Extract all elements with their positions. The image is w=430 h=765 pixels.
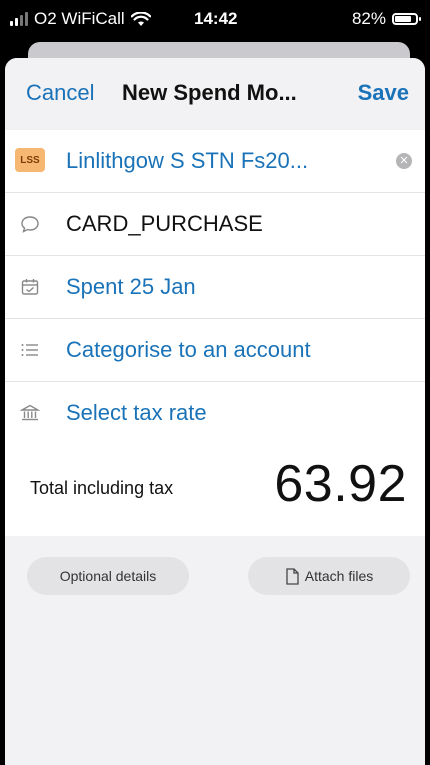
save-button[interactable]: Save [358,80,409,106]
new-spend-money-sheet: Cancel New Spend Mo... Save LSS Linlithg… [5,58,425,765]
speech-bubble-icon [17,212,43,236]
cancel-button[interactable]: Cancel [26,80,94,106]
page-title: New Spend Mo... [122,80,297,105]
attach-files-button[interactable]: Attach files [248,557,410,595]
status-time: 14:42 [194,9,238,28]
nav-bar: Cancel New Spend Mo... Save [5,58,425,130]
date-row[interactable]: Spent 25 Jan [5,256,425,319]
status-left: O2 WiFiCall [10,9,151,29]
clear-icon[interactable]: ✕ [396,153,412,169]
optional-details-label: Optional details [59,568,157,584]
contact-badge: LSS [15,148,45,172]
battery-fill [395,16,411,22]
account-value[interactable]: Categorise to an account [66,337,311,363]
account-row[interactable]: Categorise to an account [5,319,425,382]
signal-icon [10,12,28,26]
battery-percent: 82% [351,9,386,28]
total-section: Total including tax 63.92 [5,440,425,536]
battery-icon [392,13,421,25]
optional-details-button[interactable]: Optional details [27,557,189,595]
total-amount[interactable]: 63.92 [274,454,407,514]
contact-name[interactable]: Linlithgow S STN Fs20... [66,148,308,174]
bank-icon [17,401,43,425]
wifi-icon [130,11,151,26]
date-value[interactable]: Spent 25 Jan [66,274,196,300]
status-bar: O2 WiFiCall 14:42 82% [0,0,430,38]
document-icon [286,567,299,585]
contact-row[interactable]: LSS Linlithgow S STN Fs20... ✕ [5,130,425,193]
list-icon [17,338,43,362]
reference-row[interactable]: CARD_PURCHASE [5,193,425,256]
total-label: Total including tax [30,478,174,498]
reference-value[interactable]: CARD_PURCHASE [66,211,263,237]
tax-row[interactable]: Select tax rate [5,382,425,446]
tax-value[interactable]: Select tax rate [66,400,207,426]
status-right: 82% [351,9,421,29]
calendar-icon [17,275,43,299]
carrier-label: O2 WiFiCall [34,9,125,28]
attach-files-label: Attach files [304,568,374,584]
spend-form: LSS Linlithgow S STN Fs20... ✕ CARD_PURC… [5,130,425,446]
